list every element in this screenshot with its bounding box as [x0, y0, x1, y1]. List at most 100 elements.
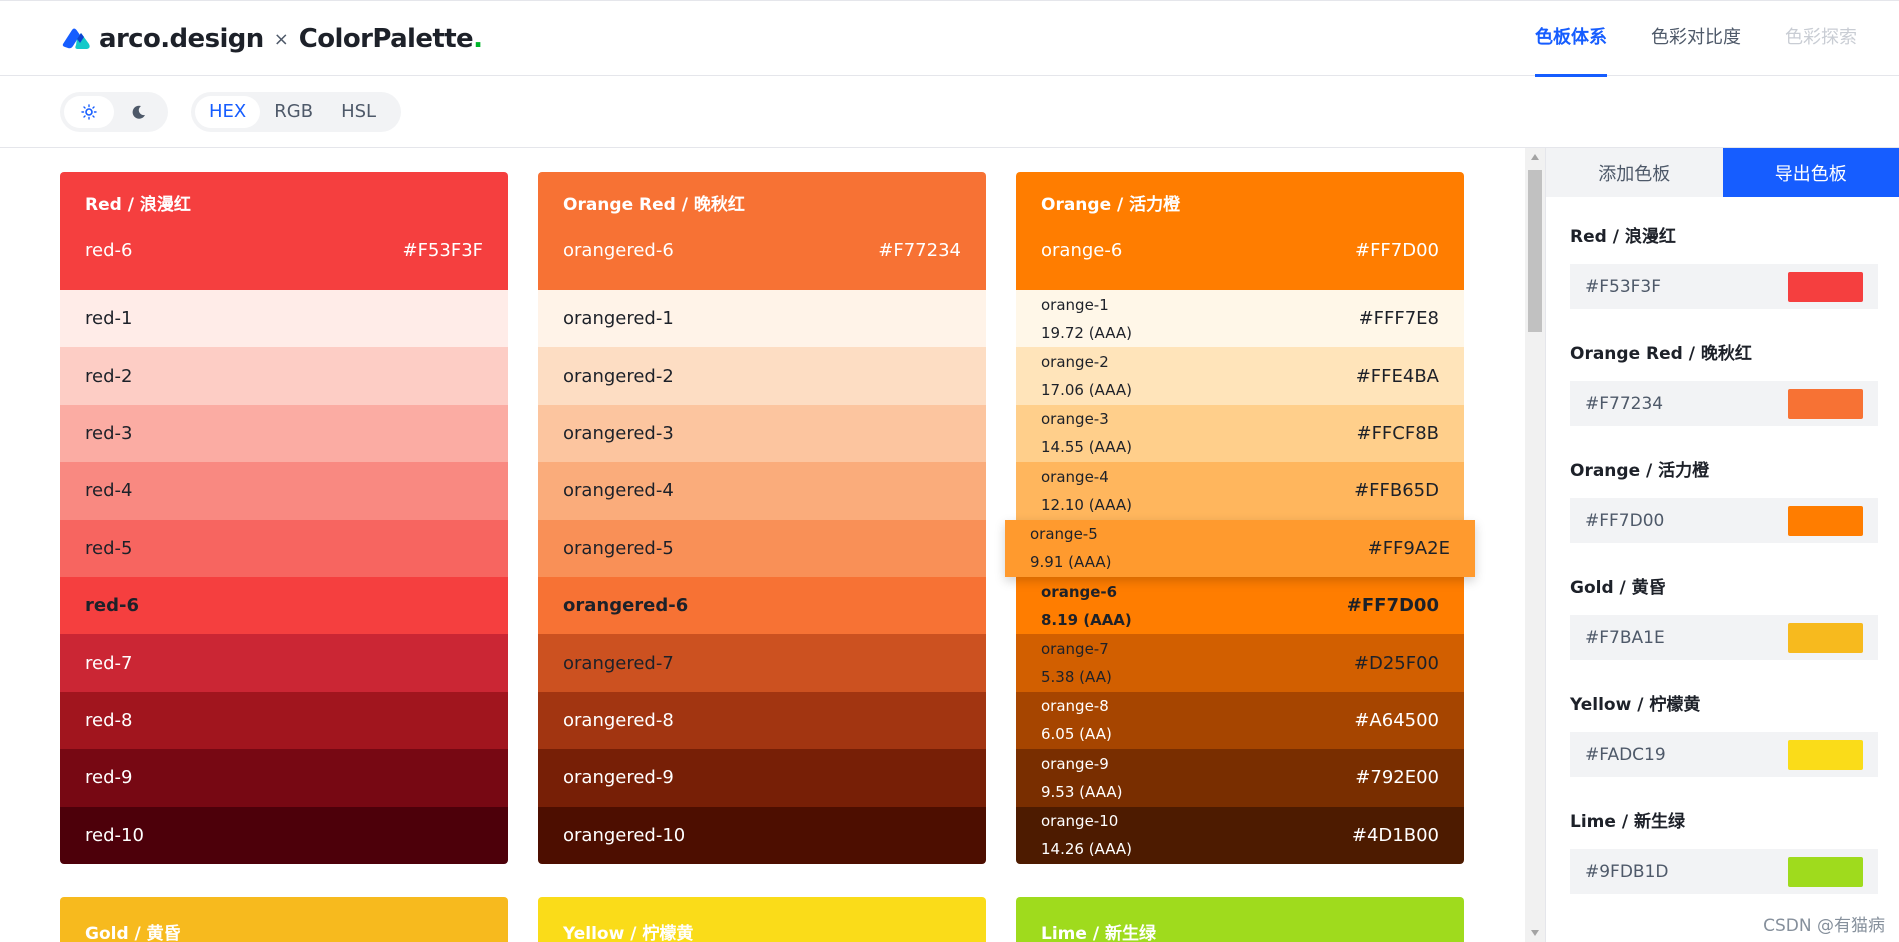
palette-primary-hex[interactable]: #F77234 [878, 236, 961, 266]
contrast-ratio: 14.55 (AAA) [1041, 438, 1133, 457]
palette-primary-hex[interactable]: #F53F3F [403, 236, 484, 266]
palette-card: Orange Red / 晚秋红 orangered-6 #F77234 orange… [538, 172, 986, 864]
color-row-info: orange-5 9.91 (AAA) [1030, 520, 1112, 576]
tab-add-palette[interactable]: 添加色板 [1546, 148, 1723, 197]
color-name: red-5 [85, 537, 133, 559]
color-row[interactable]: orange-10 14.26 (AAA) #4D1B00 [1016, 806, 1464, 864]
color-row[interactable]: red-1 [60, 290, 508, 348]
color-row[interactable]: red-7 [60, 634, 508, 692]
format-hsl-button[interactable]: HSL [327, 96, 390, 128]
color-row[interactable]: orange-9 9.53 (AAA) #792E00 [1016, 749, 1464, 807]
light-theme-button[interactable] [64, 96, 114, 128]
color-swatch[interactable] [1788, 505, 1863, 536]
color-hex[interactable]: #D25F00 [1354, 653, 1439, 674]
export-item: Orange Red / 晚秋红 #F77234 [1570, 339, 1878, 426]
color-name: orangered-5 [563, 537, 674, 559]
export-side-panel: 添加色板 导出色板 Red / 浪漫红 #F53F3F Orange Red / 晚… [1545, 148, 1899, 942]
color-hex[interactable]: #FF7D00 [1347, 595, 1439, 616]
palette-primary: orange-6 #FF7D00 [1041, 236, 1439, 266]
export-item-label: Lime / 新生绿 [1570, 812, 1685, 832]
color-name: orange-4 [1041, 467, 1109, 486]
color-row[interactable]: orangered-10 [538, 806, 986, 864]
brand-logo[interactable]: arco.design × ColorPalette. [60, 23, 483, 55]
color-row[interactable]: orangered-5 [538, 519, 986, 577]
export-hex-value: #F77234 [1585, 393, 1664, 414]
palette-primary-hex[interactable]: #FF7D00 [1355, 236, 1439, 266]
color-name: red-4 [85, 480, 133, 502]
color-name: orange-9 [1041, 754, 1109, 773]
color-row[interactable]: orangered-8 [538, 691, 986, 750]
color-row[interactable]: red-8 [60, 691, 508, 750]
color-row[interactable]: red-4 [60, 462, 508, 520]
color-row[interactable]: orangered-6 [538, 576, 986, 635]
watermark: CSDN @有猫病 [1763, 916, 1885, 936]
color-row[interactable]: red-9 [60, 749, 508, 807]
color-hex[interactable]: #A64500 [1354, 710, 1439, 731]
color-hex[interactable]: #FF9A2E [1368, 538, 1450, 559]
color-swatch[interactable] [1788, 622, 1863, 653]
color-name: orange-6 [1041, 582, 1118, 601]
export-color-field[interactable]: #F53F3F [1570, 264, 1878, 309]
color-row[interactable]: orangered-1 [538, 290, 986, 348]
palette-header[interactable]: Orange Red / 晚秋红 orangered-6 #F77234 [538, 172, 986, 290]
nav-color-explore[interactable]: 色彩探索 [1785, 1, 1857, 77]
color-swatch[interactable] [1788, 271, 1863, 302]
color-row[interactable]: orange-1 19.72 (AAA) #FFF7E8 [1016, 290, 1464, 348]
palette-header[interactable]: Red / 浪漫红 red-6 #F53F3F [60, 172, 508, 290]
color-swatch[interactable] [1788, 388, 1863, 419]
tab-export-palette[interactable]: 导出色板 [1722, 148, 1899, 197]
color-hex[interactable]: #4D1B00 [1352, 825, 1439, 846]
color-row[interactable]: orangered-3 [538, 404, 986, 463]
color-row[interactable]: orange-8 6.05 (AA) #A64500 [1016, 691, 1464, 750]
color-row[interactable]: red-10 [60, 806, 508, 864]
export-item-label: Orange Red / 晚秋红 [1570, 344, 1752, 364]
color-hex[interactable]: #FFB65D [1354, 480, 1439, 501]
export-item-label: Orange / 活力橙 [1570, 461, 1710, 481]
color-row[interactable]: orangered-2 [538, 347, 986, 405]
theme-switch [60, 92, 168, 132]
format-rgb-button[interactable]: RGB [260, 96, 327, 128]
color-row[interactable]: red-6 [60, 576, 508, 635]
nav-color-contrast[interactable]: 色彩对比度 [1651, 1, 1741, 77]
color-row[interactable]: orangered-7 [538, 634, 986, 692]
moon-icon [132, 105, 145, 119]
nav-palette-system[interactable]: 色板体系 [1535, 1, 1607, 77]
color-swatch[interactable] [1788, 856, 1863, 887]
palette-header[interactable]: Orange / 活力橙 orange-6 #FF7D00 [1016, 172, 1464, 290]
color-row[interactable]: red-3 [60, 404, 508, 463]
main-scrollbar[interactable] [1525, 148, 1545, 942]
color-name: red-8 [85, 709, 133, 731]
format-hex-button[interactable]: HEX [195, 96, 261, 128]
color-row[interactable]: orange-6 8.19 (AAA) #FF7D00 [1016, 576, 1464, 635]
color-row[interactable]: orange-7 5.38 (AA) #D25F00 [1016, 634, 1464, 692]
color-row[interactable]: red-2 [60, 347, 508, 405]
color-row[interactable]: orangered-4 [538, 462, 986, 520]
dark-theme-button[interactable] [114, 96, 164, 128]
export-item: Orange / 活力橙 #FF7D00 [1570, 456, 1878, 543]
color-hex[interactable]: #FFCF8B [1356, 423, 1439, 444]
color-row[interactable]: orangered-9 [538, 749, 986, 807]
color-name: orange-7 [1041, 640, 1109, 659]
palette-header[interactable]: Yellow / 柠檬黄 [538, 897, 986, 942]
color-row[interactable]: red-5 [60, 519, 508, 577]
color-row[interactable]: orange-2 17.06 (AAA) #FFE4BA [1016, 347, 1464, 405]
palette-header[interactable]: Gold / 黄昏 [60, 897, 508, 942]
export-color-field[interactable]: #F77234 [1570, 381, 1878, 426]
scroll-thumb[interactable] [1528, 170, 1542, 332]
color-name: red-7 [85, 652, 133, 674]
color-hex[interactable]: #FFE4BA [1356, 366, 1439, 387]
palette-header[interactable]: Lime / 新生绿 [1016, 897, 1464, 942]
color-row[interactable]: orange-5 9.91 (AAA) #FF9A2E [1005, 519, 1475, 577]
export-color-field[interactable]: #9FDB1D [1570, 849, 1878, 894]
scroll-up-icon[interactable] [1531, 154, 1539, 160]
export-color-field[interactable]: #FADC19 [1570, 732, 1878, 777]
export-color-field[interactable]: #F7BA1E [1570, 615, 1878, 660]
color-row-info: orange-3 14.55 (AAA) [1041, 405, 1132, 461]
scroll-down-icon[interactable] [1531, 930, 1539, 936]
color-row[interactable]: orange-4 12.10 (AAA) #FFB65D [1016, 462, 1464, 520]
color-hex[interactable]: #792E00 [1355, 767, 1439, 788]
color-hex[interactable]: #FFF7E8 [1359, 308, 1439, 329]
color-row[interactable]: orange-3 14.55 (AAA) #FFCF8B [1016, 404, 1464, 463]
color-swatch[interactable] [1788, 739, 1863, 770]
export-color-field[interactable]: #FF7D00 [1570, 498, 1878, 543]
